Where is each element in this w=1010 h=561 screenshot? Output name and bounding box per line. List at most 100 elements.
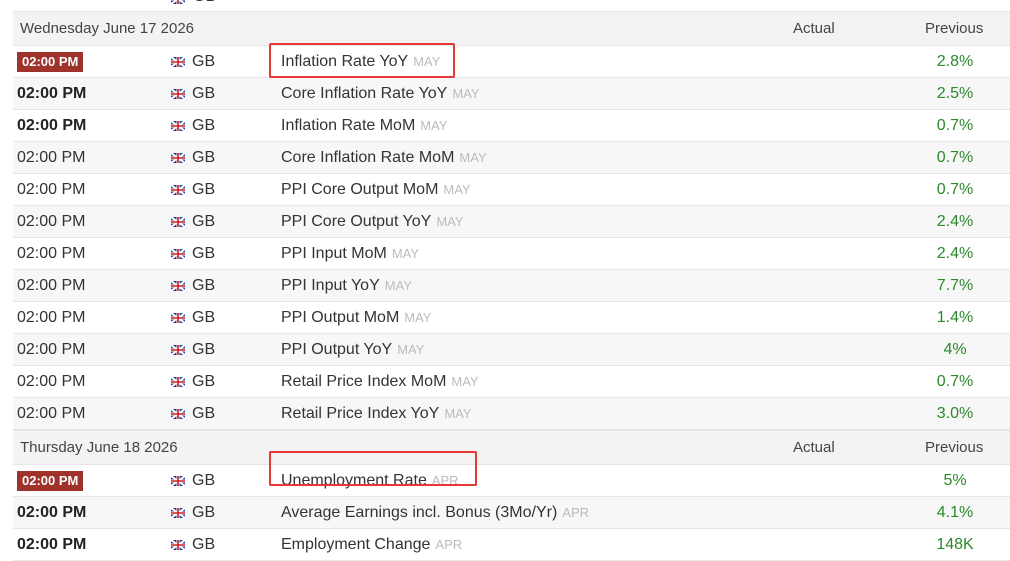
- section-date: Wednesday June 17 2026: [20, 20, 195, 37]
- event-time: 02:00 PM: [17, 372, 86, 390]
- reference-period: MAY: [413, 54, 441, 69]
- event-time: 02:00 PM: [17, 116, 87, 134]
- time-badge: 02:00 PM: [17, 470, 84, 491]
- event-cell: PPI Output MoM MAY: [281, 302, 431, 333]
- country-cell: GB: [171, 270, 215, 301]
- event-link[interactable]: Employment Change: [281, 536, 430, 554]
- table-row[interactable]: 02:00 PM GB Retail Price Index YoY MAY 3.…: [13, 398, 1010, 430]
- reference-period: APR: [562, 505, 590, 520]
- reference-period: MAY: [391, 246, 420, 261]
- table-row[interactable]: 02:00 PM GB Unemployment Rate APR 5%: [13, 465, 1010, 497]
- country-cell: GB: [171, 398, 215, 429]
- event-link[interactable]: PPI Input MoM: [281, 245, 387, 263]
- gb-flag-icon: [171, 408, 185, 419]
- event-link[interactable]: Core Inflation Rate YoY: [281, 85, 447, 103]
- previous-value: 3.0%: [936, 404, 974, 422]
- previous-value: 148K: [936, 535, 974, 553]
- previous-value: 2.4%: [936, 244, 974, 262]
- country-cell: GB: [171, 110, 215, 141]
- previous-value: 0.7%: [936, 372, 974, 390]
- event-cell: Average Earnings incl. Bonus (3Mo/Yr) APR: [281, 497, 589, 528]
- date-header: Thursday June 18 2026 Actual Previous: [13, 430, 1010, 465]
- actual-column-header[interactable]: Actual: [793, 431, 835, 464]
- event-link[interactable]: PPI Core Output YoY: [281, 213, 431, 231]
- country-code: GB: [192, 340, 216, 358]
- reference-period: APR: [435, 537, 463, 552]
- event-cell: Inflation Rate MoM MAY: [281, 110, 448, 141]
- previous-value: 2.8%: [936, 52, 974, 70]
- table-row[interactable]: 02:00 PM GB Retail Price Index MoM MAY 0.…: [13, 366, 1010, 398]
- event-link[interactable]: Average Earnings incl. Bonus (3Mo/Yr): [281, 504, 557, 522]
- table-row[interactable]: 02:00 PM GB Average Earnings incl. Bonus…: [13, 497, 1010, 529]
- country-cell: GB: [171, 174, 215, 205]
- event-link[interactable]: Unemployment Rate: [281, 472, 427, 490]
- gb-flag-icon: [171, 184, 185, 195]
- country-cell: GB: [171, 206, 215, 237]
- previous-value: 0.7%: [936, 148, 974, 166]
- event-link[interactable]: Retail Price Index MoM: [281, 373, 446, 391]
- table-row[interactable]: 02:00 PM GB PPI Output YoY MAY 4%: [13, 334, 1010, 366]
- reference-period: MAY: [459, 150, 487, 165]
- country-code: GB: [193, 0, 216, 6]
- country-code: GB: [192, 180, 216, 198]
- reference-period: MAY: [444, 406, 472, 421]
- country-cell: GB: [171, 46, 215, 77]
- event-time: 02:00 PM: [17, 308, 86, 326]
- event-cell: Employment Change APR: [281, 529, 462, 560]
- table-row[interactable]: 02:00 PM GB PPI Input YoY MAY 7.7%: [13, 270, 1010, 302]
- gb-flag-icon: [171, 539, 185, 550]
- country-code: GB: [192, 404, 216, 422]
- table-row[interactable]: 02:00 PM GB Inflation Rate YoY MAY 2.8%: [13, 46, 1010, 78]
- country-code: GB: [192, 535, 216, 553]
- event-cell: Retail Price Index MoM MAY: [281, 366, 479, 397]
- table-row[interactable]: 02:00 PM GB PPI Output MoM MAY 1.4%: [13, 302, 1010, 334]
- event-time: 02:00 PM: [17, 84, 87, 102]
- gb-flag-icon: [171, 0, 185, 4]
- table-row[interactable]: 02:00 PM GB Inflation Rate MoM MAY 0.7%: [13, 110, 1010, 142]
- event-link[interactable]: PPI Output MoM: [281, 309, 399, 327]
- previous-value: 0.7%: [936, 180, 974, 198]
- table-row[interactable]: 02:00 PM GB Employment Change APR 148K: [13, 529, 1010, 561]
- gb-flag-icon: [171, 56, 185, 67]
- reference-period: MAY: [384, 278, 412, 293]
- event-link[interactable]: PPI Core Output MoM: [281, 181, 438, 199]
- event-link[interactable]: PPI Input YoY: [281, 277, 380, 295]
- actual-column-header[interactable]: Actual: [793, 12, 835, 45]
- previous-value: 2.5%: [936, 84, 974, 102]
- country-cell: GB: [171, 238, 215, 269]
- country-cell: GB: [171, 302, 215, 333]
- event-cell: PPI Core Output MoM MAY: [281, 174, 471, 205]
- country-cell: GB: [171, 497, 215, 528]
- previous-value: 1.4%: [936, 308, 974, 326]
- table-row[interactable]: 02:00 PM GB Core Inflation Rate YoY MAY 2…: [13, 78, 1010, 110]
- event-time: 02:00 PM: [17, 340, 86, 358]
- reference-period: MAY: [420, 118, 448, 133]
- event-link[interactable]: Core Inflation Rate MoM: [281, 149, 454, 167]
- event-link[interactable]: Inflation Rate MoM: [281, 117, 415, 135]
- country-code: GB: [192, 372, 216, 390]
- table-row[interactable]: 02:00 PM GB PPI Input MoM MAY 2.4%: [13, 238, 1010, 270]
- event-link[interactable]: PPI Output YoY: [281, 341, 392, 359]
- event-link[interactable]: Inflation Rate YoY: [281, 53, 408, 71]
- previous-column-header[interactable]: Previous: [925, 12, 983, 45]
- country-code: GB: [192, 503, 216, 521]
- gb-flag-icon: [171, 88, 185, 99]
- time-badge: 02:00 PM: [17, 51, 84, 72]
- event-link[interactable]: Retail Price Index YoY: [281, 405, 439, 423]
- table-row[interactable]: 02:00 PM GB PPI Core Output MoM MAY 0.7%: [13, 174, 1010, 206]
- country-cell: GB: [171, 529, 215, 560]
- country-code: GB: [192, 308, 216, 326]
- gb-flag-icon: [171, 507, 185, 518]
- reference-period: APR: [431, 473, 459, 488]
- gb-flag-icon: [171, 216, 185, 227]
- table-row[interactable]: 02:00 PM GB Core Inflation Rate MoM MAY 0…: [13, 142, 1010, 174]
- reference-period: MAY: [397, 342, 425, 357]
- table-row[interactable]: 02:00 PM GB PPI Core Output YoY MAY 2.4%: [13, 206, 1010, 238]
- gb-flag-icon: [171, 475, 185, 486]
- event-time: 02:00 PM: [17, 276, 86, 294]
- gb-flag-icon: [171, 344, 185, 355]
- event-time: 02:00 PM: [17, 404, 86, 422]
- previous-value: 4%: [943, 340, 967, 358]
- previous-column-header[interactable]: Previous: [925, 431, 983, 464]
- event-cell: Core Inflation Rate MoM MAY: [281, 142, 487, 173]
